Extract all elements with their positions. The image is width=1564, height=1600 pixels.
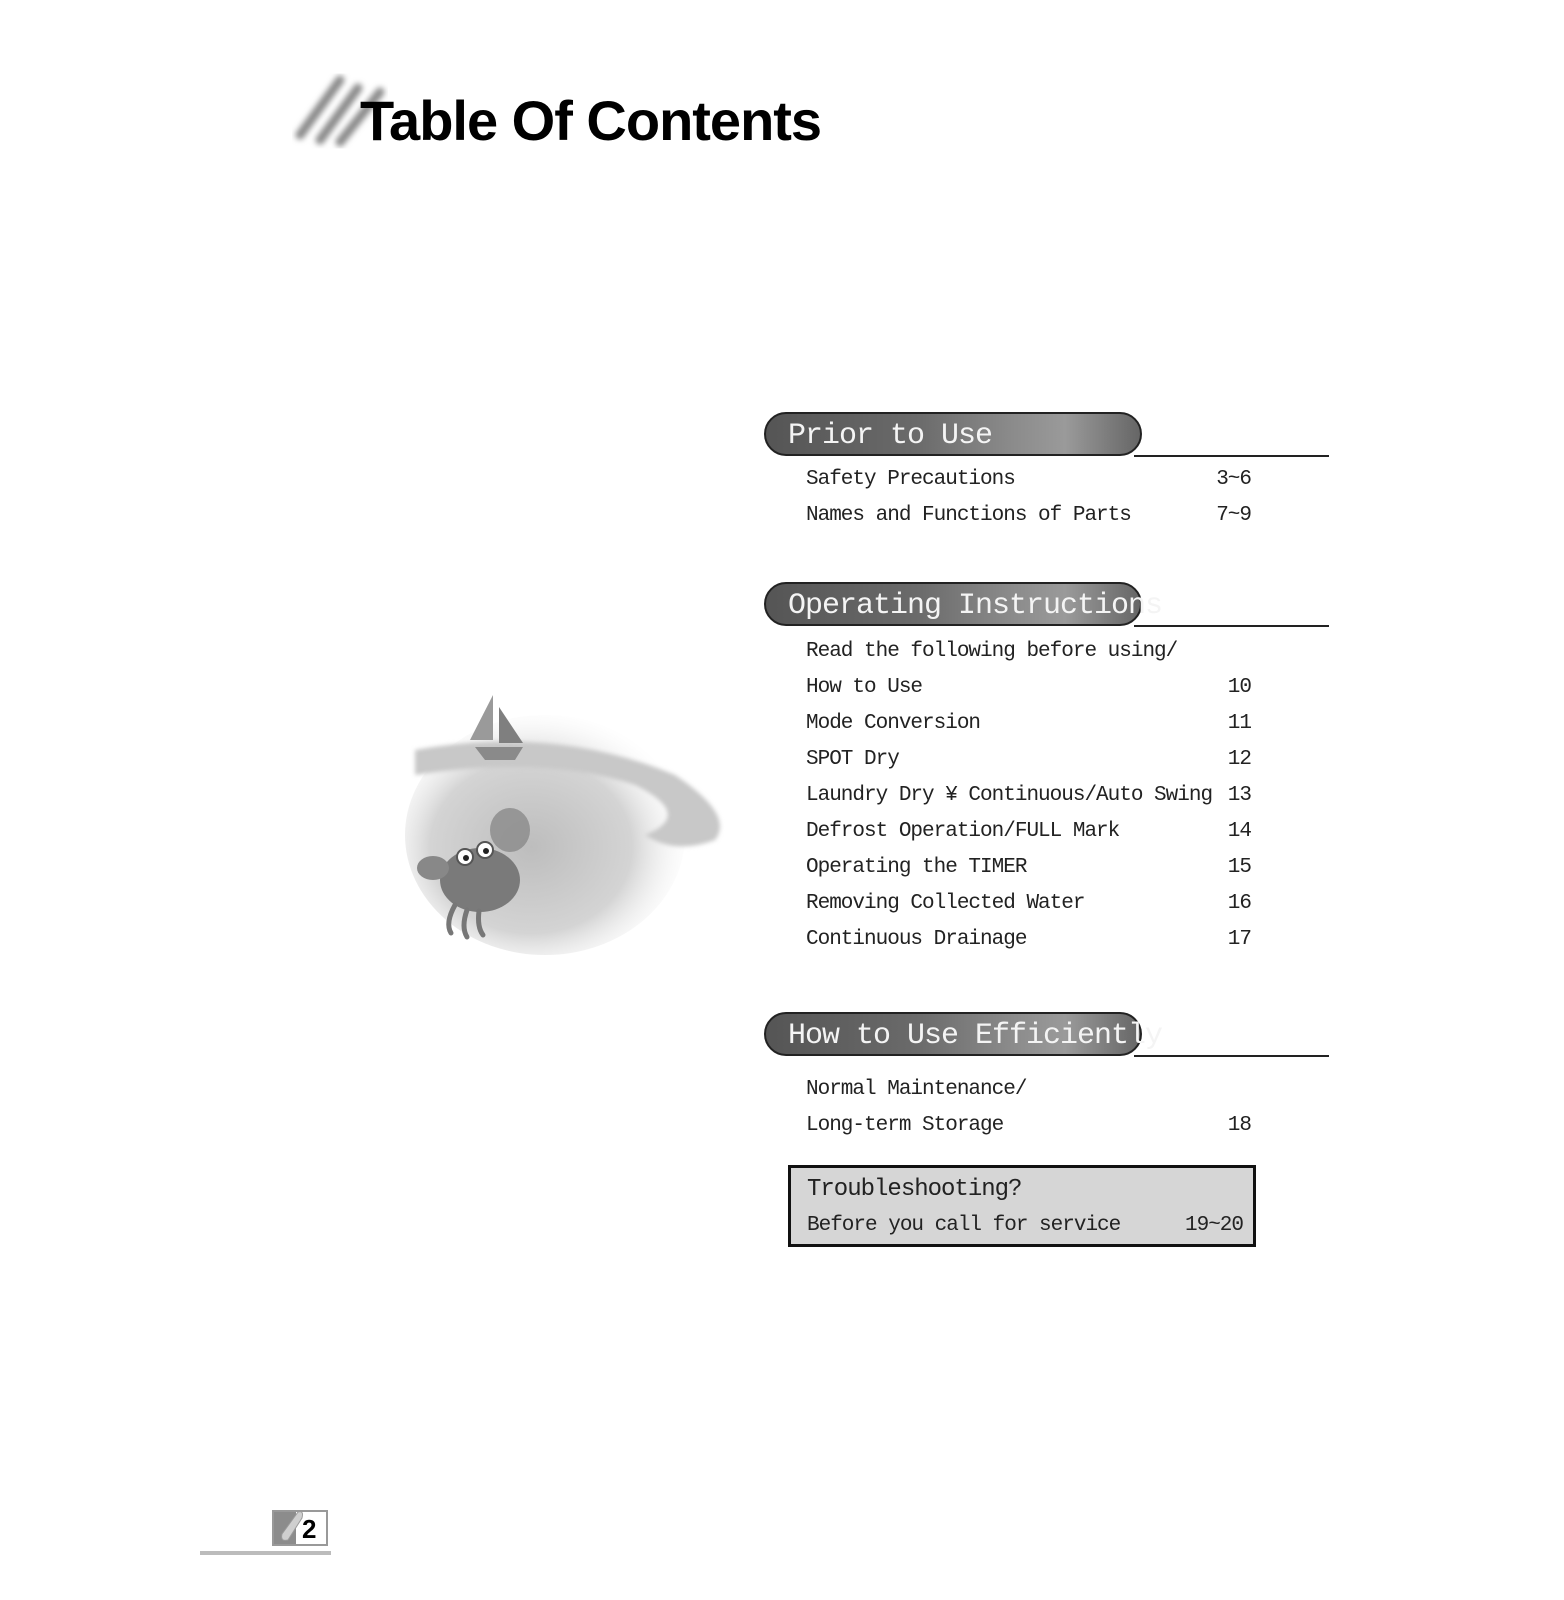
section-header: Operating Instructions: [764, 582, 1329, 630]
sailboat-crab-illustration: [405, 695, 720, 955]
toc-entry[interactable]: Operating the TIMER 15: [784, 850, 1329, 886]
toc-entry-page: 13: [1227, 784, 1252, 807]
toc-entry-label: SPOT Dry: [806, 748, 900, 771]
section-divider: [1134, 455, 1329, 457]
toc-section-prior-to-use: Prior to Use Safety Precautions 3~6 Names…: [764, 412, 1329, 534]
toc-section-how-to-use-efficiently: How to Use Efficiently Normal Maintenanc…: [764, 1012, 1329, 1144]
toc-entry[interactable]: Read the following before using/: [784, 634, 1329, 670]
toc-entry-label: Defrost Operation/FULL Mark: [806, 820, 1120, 843]
toc-entry[interactable]: Continuous Drainage 17: [784, 922, 1329, 958]
section-title-pill: How to Use Efficiently: [764, 1012, 1163, 1056]
toc-entry-label: Names and Functions of Parts: [806, 504, 1132, 527]
toc-entry[interactable]: SPOT Dry 12: [784, 742, 1329, 778]
toc-entry-label: Normal Maintenance/: [806, 1078, 1027, 1101]
toc-entry-page: 18: [1227, 1114, 1252, 1137]
toc-entry-label: Long-term Storage: [806, 1114, 1004, 1137]
toc-entry-label: Mode Conversion: [806, 712, 981, 735]
toc-entry[interactable]: How to Use 10: [784, 670, 1329, 706]
toc-entry[interactable]: Laundry Dry ¥ Continuous/Auto Swing 13: [784, 778, 1329, 814]
section-divider: [1134, 625, 1329, 627]
toc-entry-label: Safety Precautions: [806, 468, 1016, 491]
toc-entry-page: 15: [1227, 856, 1252, 879]
footer-underline: [200, 1551, 331, 1555]
section-header: How to Use Efficiently: [764, 1012, 1329, 1060]
toc-entry-page: 14: [1227, 820, 1252, 843]
toc-entry[interactable]: Long-term Storage 18: [784, 1108, 1329, 1144]
toc-entry-label: Continuous Drainage: [806, 928, 1027, 951]
troubleshooting-page: 19~20: [1184, 1214, 1244, 1237]
toc-entry[interactable]: Defrost Operation/FULL Mark 14: [784, 814, 1329, 850]
toc-entry-label: Laundry Dry ¥ Continuous/Auto Swing: [806, 784, 1213, 807]
toc-entry[interactable]: Names and Functions of Parts 7~9: [784, 498, 1329, 534]
troubleshooting-box[interactable]: Troubleshooting? Before you call for ser…: [788, 1165, 1256, 1247]
toc-section-operating-instructions: Operating Instructions Read the followin…: [764, 582, 1329, 958]
toc-entry-label: Removing Collected Water: [806, 892, 1085, 915]
section-header: Prior to Use: [764, 412, 1329, 460]
toc-entry[interactable]: Normal Maintenance/: [784, 1072, 1329, 1108]
page-number: 2: [302, 1514, 317, 1544]
toc-entry-page: 16: [1227, 892, 1252, 915]
section-title: Operating Instructions: [788, 589, 1163, 623]
toc-entry-page: 12: [1227, 748, 1252, 771]
toc-entry-page: 7~9: [1216, 504, 1252, 527]
section-divider: [1134, 1055, 1329, 1057]
troubleshooting-entry: Before you call for service 19~20: [807, 1214, 1244, 1237]
troubleshooting-label: Before you call for service: [807, 1214, 1121, 1237]
section-title-pill: Operating Instructions: [764, 582, 1163, 626]
page-curl-icon: [281, 1511, 303, 1541]
section-title: How to Use Efficiently: [788, 1019, 1163, 1053]
section-title-pill: Prior to Use: [764, 412, 1142, 456]
toc-entry-label: Read the following before using/: [806, 640, 1178, 663]
page-title: Table Of Contents: [360, 89, 822, 152]
section-title: Prior to Use: [788, 419, 993, 453]
toc-entry-label: Operating the TIMER: [806, 856, 1027, 879]
troubleshooting-title: Troubleshooting?: [807, 1176, 1022, 1203]
toc-entry-page: 17: [1227, 928, 1252, 951]
toc-entry-page: 10: [1227, 676, 1252, 699]
toc-entry[interactable]: Removing Collected Water 16: [784, 886, 1329, 922]
toc-entry-page: 11: [1227, 712, 1252, 735]
toc-entry-page: 3~6: [1216, 468, 1252, 491]
toc-entry-label: How to Use: [806, 676, 923, 699]
toc-entry[interactable]: Mode Conversion 11: [784, 706, 1329, 742]
page-number-badge: 2: [272, 1510, 328, 1546]
toc-entry[interactable]: Safety Precautions 3~6: [784, 462, 1329, 498]
